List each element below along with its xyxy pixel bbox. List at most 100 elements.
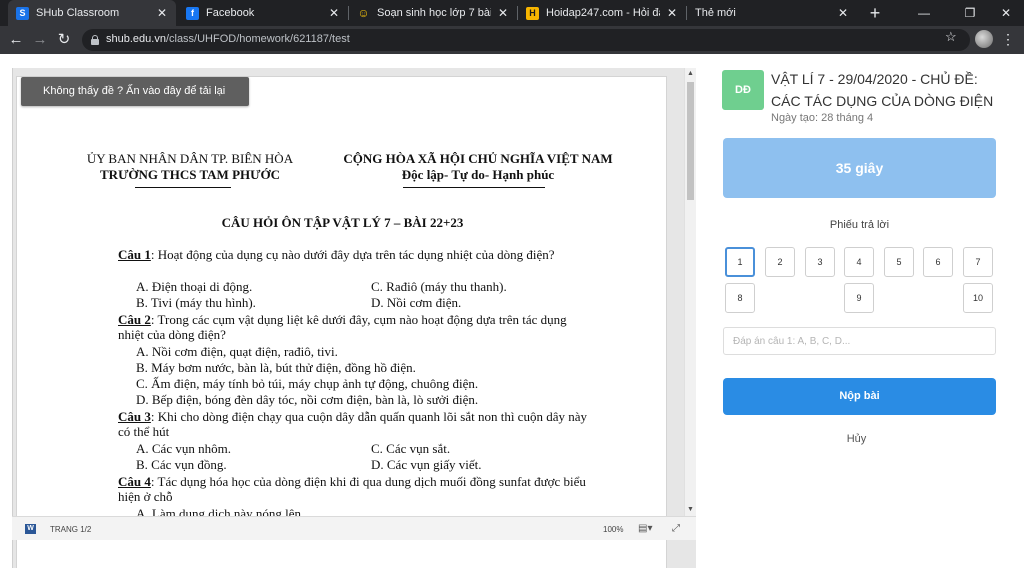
browser-tab-strip: S SHub Classroom ✕ f Facebook ✕ ☺ Soạn s… bbox=[0, 0, 1024, 26]
header-right: CỘNG HÒA XÃ HỘI CHỦ NGHĨA VIỆT NAM Độc l… bbox=[329, 151, 627, 183]
question-text: : Hoạt động của dụng cụ nào dưới đây dựa… bbox=[150, 247, 555, 262]
close-tab-icon[interactable]: ✕ bbox=[837, 6, 849, 20]
page-indicator: TRANG 1/2 bbox=[50, 525, 92, 534]
close-tab-icon[interactable]: ✕ bbox=[156, 6, 168, 20]
question-3: Câu 3: Khi cho dòng điện chạy qua cuộn d… bbox=[118, 409, 588, 439]
tab-title: Facebook bbox=[206, 7, 255, 19]
reload-notice-button[interactable]: Không thấy đề ? Ấn vào đây để tải lại bbox=[21, 77, 249, 106]
question-button-7[interactable]: 7 bbox=[963, 247, 993, 277]
question-text: : Khi cho dòng điện chạy qua cuộn dây dẫ… bbox=[118, 409, 587, 439]
scrollbar-thumb[interactable] bbox=[687, 82, 694, 200]
question-text: : Trong các cụm vật dụng liệt kê dưới đâ… bbox=[118, 312, 567, 342]
cancel-button[interactable]: Hủy bbox=[708, 433, 1005, 445]
profile-avatar[interactable] bbox=[975, 30, 993, 48]
question-1: Câu 1: Hoạt động của dụng cụ nào dưới đâ… bbox=[118, 247, 588, 262]
document-title: CÂU HỎI ÔN TẬP VẬT LÝ 7 – BÀI 22+23 bbox=[221, 215, 464, 230]
tab-new-tab[interactable]: Thẻ mới ✕ bbox=[687, 0, 857, 26]
header-left-line-2: TRƯỜNG THCS TAM PHƯỚC bbox=[100, 167, 280, 182]
facebook-icon: f bbox=[186, 6, 199, 20]
shub-logo-icon: S bbox=[16, 6, 29, 20]
tab-title: Hoidap247.com - Hỏi đáp onli bbox=[546, 7, 660, 19]
question-button-3[interactable]: 3 bbox=[805, 247, 835, 277]
question-button-10[interactable]: 10 bbox=[963, 283, 993, 313]
created-date: Ngày tạo: 28 tháng 4 bbox=[771, 112, 874, 124]
new-tab-icon[interactable]: + bbox=[864, 2, 886, 24]
countdown-timer: 35 giây bbox=[723, 138, 996, 198]
header-right-line-2: Độc lập- Tự do- Hạnh phúc bbox=[401, 167, 555, 182]
question-button-1[interactable]: 1 bbox=[725, 247, 755, 277]
option: D. Bếp điện, bóng đèn dây tóc, nồi cơm đ… bbox=[136, 392, 479, 407]
tab-title: Thẻ mới bbox=[695, 7, 736, 19]
question-button-4[interactable]: 4 bbox=[844, 247, 874, 277]
view-mode-icon[interactable]: ▤▾ bbox=[638, 523, 652, 534]
header-left: ỦY BAN NHÂN DÂN TP. BIÊN HÒA TRƯỜNG THCS… bbox=[79, 151, 301, 183]
question-label: Câu 3 bbox=[118, 409, 151, 424]
option: B. Tivi (máy thu hình). bbox=[136, 295, 256, 310]
homework-title: VẬT LÍ 7 - 29/04/2020 - CHỦ ĐỀ: CÁC TÁC … bbox=[771, 71, 994, 109]
address-bar[interactable]: shub.edu.vn/class/UHFOD/homework/621187/… bbox=[82, 29, 970, 51]
browser-toolbar: ← → ↻ shub.edu.vn/class/UHFOD/homework/6… bbox=[0, 26, 1024, 54]
option: A. Các vụn nhôm. bbox=[136, 441, 231, 456]
question-button-5[interactable]: 5 bbox=[884, 247, 914, 277]
viewer-status-bar: W TRANG 1/2 100% ▤▾ ⤢ bbox=[12, 516, 696, 540]
option: A. Điện thoại di động. bbox=[136, 279, 253, 294]
close-window-icon[interactable]: ✕ bbox=[988, 0, 1024, 26]
tab-shub-classroom[interactable]: S SHub Classroom ✕ bbox=[8, 0, 176, 26]
question-label: Câu 2 bbox=[118, 312, 151, 327]
bookmark-star-icon[interactable]: ☆ bbox=[945, 29, 957, 45]
document-page: ỦY BAN NHÂN DÂN TP. BIÊN HÒA TRƯỜNG THCS… bbox=[16, 76, 667, 568]
lock-icon bbox=[91, 35, 99, 45]
option: B. Máy bơm nước, bàn là, bút thử điện, đ… bbox=[136, 360, 416, 375]
close-tab-icon[interactable]: ✕ bbox=[497, 6, 509, 20]
tab-title: Soạn sinh học lớp 7 bài 46 thỏ bbox=[377, 7, 491, 19]
subject-badge: DĐ bbox=[722, 70, 764, 110]
menu-kebab-icon[interactable]: ⋮ bbox=[1001, 30, 1015, 48]
question-2: Câu 2: Trong các cụm vật dụng liệt kê dư… bbox=[118, 312, 588, 342]
option: D. Nồi cơm điện. bbox=[371, 295, 462, 310]
question-label: Câu 4 bbox=[118, 474, 151, 489]
reload-icon[interactable]: ↻ bbox=[53, 29, 75, 51]
close-tab-icon[interactable]: ✕ bbox=[666, 6, 678, 20]
tab-facebook[interactable]: f Facebook ✕ bbox=[178, 0, 348, 26]
document-scrollbar[interactable]: ▲ ▼ bbox=[684, 68, 696, 516]
word-document-icon: W bbox=[25, 524, 36, 534]
back-arrow-icon[interactable]: ← bbox=[5, 29, 27, 51]
answer-input[interactable] bbox=[723, 327, 996, 355]
url-text: shub.edu.vn/class/UHFOD/homework/621187/… bbox=[106, 33, 350, 45]
question-button-8[interactable]: 8 bbox=[725, 283, 755, 313]
restore-icon[interactable]: ❐ bbox=[950, 0, 990, 26]
forward-arrow-icon[interactable]: → bbox=[29, 29, 51, 51]
header-right-rule bbox=[403, 187, 545, 188]
document-canvas: ỦY BAN NHÂN DÂN TP. BIÊN HÒA TRƯỜNG THCS… bbox=[12, 68, 696, 568]
tab-soan-sinh-hoc[interactable]: ☺ Soạn sinh học lớp 7 bài 46 thỏ ✕ bbox=[349, 0, 517, 26]
tab-hoidap247[interactable]: H Hoidap247.com - Hỏi đáp onli ✕ bbox=[518, 0, 686, 26]
smile-icon: ☺ bbox=[357, 6, 370, 20]
question-button-6[interactable]: 6 bbox=[923, 247, 953, 277]
question-button-2[interactable]: 2 bbox=[765, 247, 795, 277]
answer-sheet-label: Phiếu trả lời bbox=[829, 219, 890, 231]
option: C. Ấm điện, máy tính bỏ túi, máy chụp ản… bbox=[136, 376, 479, 391]
option: C. Các vụn sắt. bbox=[371, 441, 451, 456]
header-left-line-1: ỦY BAN NHÂN DÂN TP. BIÊN HÒA bbox=[86, 151, 294, 166]
question-label: Câu 1 bbox=[118, 247, 151, 262]
zoom-level[interactable]: 100% bbox=[603, 525, 623, 534]
submit-button[interactable]: Nộp bài bbox=[723, 378, 996, 415]
question-4: Câu 4: Tác dụng hóa học của dòng điện kh… bbox=[118, 474, 588, 504]
option: A. Nồi cơm điện, quạt điện, rađiô, tivi. bbox=[136, 344, 338, 359]
option: B. Các vụn đồng. bbox=[136, 457, 227, 472]
header-left-rule bbox=[135, 187, 231, 188]
document-viewer: ỦY BAN NHÂN DÂN TP. BIÊN HÒA TRƯỜNG THCS… bbox=[0, 54, 708, 568]
scroll-up-icon[interactable]: ▲ bbox=[685, 68, 696, 80]
close-tab-icon[interactable]: ✕ bbox=[328, 6, 340, 20]
option: C. Rađiô (máy thu thanh). bbox=[371, 279, 507, 294]
hoidap-logo-icon: H bbox=[526, 6, 539, 20]
fullscreen-icon[interactable]: ⤢ bbox=[672, 523, 680, 534]
homework-panel: DĐ VẬT LÍ 7 - 29/04/2020 - CHỦ ĐỀ: CÁC T… bbox=[708, 54, 1024, 546]
question-text: : Tác dụng hóa học của dòng điện khi đi … bbox=[118, 474, 586, 504]
header-right-line-1: CỘNG HÒA XÃ HỘI CHỦ NGHĨA VIỆT NAM bbox=[343, 151, 613, 166]
question-button-9[interactable]: 9 bbox=[844, 283, 874, 313]
scroll-down-icon[interactable]: ▼ bbox=[685, 504, 696, 516]
option: D. Các vụn giấy viết. bbox=[371, 457, 482, 472]
minimize-icon[interactable]: — bbox=[904, 0, 944, 26]
tab-title: SHub Classroom bbox=[36, 7, 120, 19]
